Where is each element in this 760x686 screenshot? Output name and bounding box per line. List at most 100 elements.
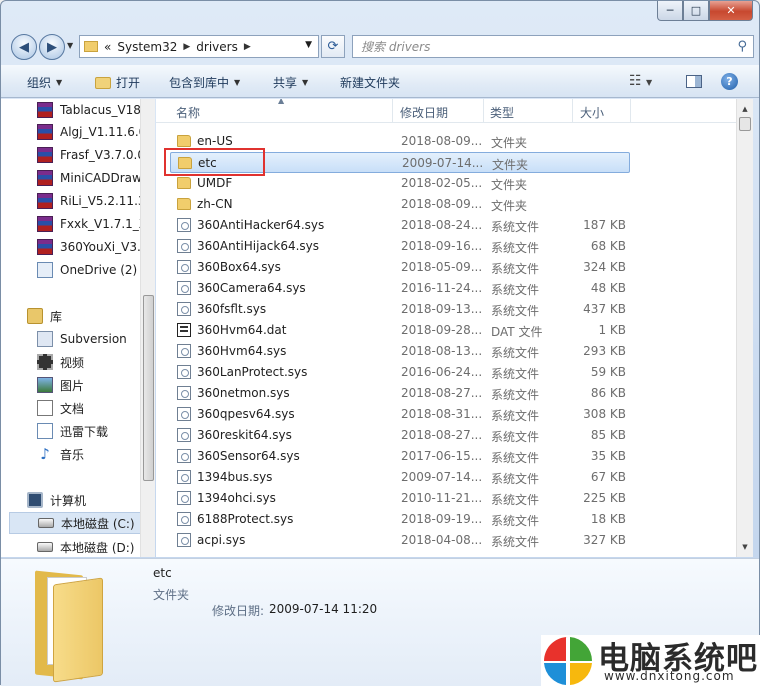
file-row[interactable]: 360LanProtect.sys 2016-06-24... 系统文件 59 KB: [170, 362, 630, 383]
nav-item-documents[interactable]: 文档: [37, 397, 84, 419]
file-row[interactable]: 1394bus.sys 2009-07-14... 系统文件 67 KB: [170, 467, 630, 488]
file-date: 2016-11-24...: [401, 281, 483, 295]
view-options-icon[interactable]: ☷ ▼: [629, 73, 652, 89]
nav-group-libraries[interactable]: 库: [27, 305, 62, 327]
nav-item-subversion[interactable]: Subversion: [37, 328, 127, 350]
folder-row[interactable]: zh-CN 2018-08-09... 文件夹: [170, 194, 630, 215]
archive-icon: [37, 147, 53, 163]
share-button[interactable]: 共享 ▼: [273, 74, 308, 91]
file-type: 系统文件: [491, 430, 540, 444]
preview-pane-icon[interactable]: [686, 75, 702, 88]
file-row[interactable]: 360Hvm64.dat 2018-09-28... DAT 文件 1 KB: [170, 320, 630, 341]
file-row[interactable]: 1394ohci.sys 2010-11-21... 系统文件 225 KB: [170, 488, 630, 509]
new-folder-button[interactable]: 新建文件夹: [340, 74, 400, 91]
file-row[interactable]: 6188Protect.sys 2018-09-19... 系统文件 18 KB: [170, 509, 630, 530]
back-button[interactable]: ◀: [11, 34, 37, 60]
file-list-scroll-thumb[interactable]: [739, 117, 751, 131]
nav-group-computer[interactable]: 计算机: [27, 489, 86, 511]
chevron-right-icon[interactable]: ▶: [244, 42, 251, 52]
nav-item-onedrive[interactable]: OneDrive (2): [37, 259, 137, 281]
refresh-icon: ⟳: [327, 39, 339, 54]
folder-row[interactable]: UMDF 2018-02-05... 文件夹: [170, 173, 630, 194]
file-row[interactable]: 360Camera64.sys 2016-11-24... 系统文件 48 KB: [170, 278, 630, 299]
nav-item-pictures[interactable]: 图片: [37, 374, 84, 396]
column-header-date[interactable]: 修改日期: [400, 104, 448, 121]
include-in-library-button[interactable]: 包含到库中 ▼: [169, 74, 240, 91]
file-row[interactable]: 360AntiHacker64.sys 2018-08-24... 系统文件 187 …: [170, 215, 630, 236]
close-button[interactable]: ✕: [709, 1, 753, 21]
file-row[interactable]: 360Sensor64.sys 2017-06-15... 系统文件 35 KB: [170, 446, 630, 467]
navigation-pane: Tablacus_V18 Algj_V1.11.6.0 Frasf_V3.7.0…: [1, 99, 155, 557]
file-name: 360netmon.sys: [197, 386, 290, 400]
file-date: 2016-06-24...: [401, 365, 483, 379]
column-divider[interactable]: [392, 99, 393, 123]
column-header-name[interactable]: 名称: [176, 104, 200, 121]
nav-item[interactable]: Fxxk_V1.7.1_X: [37, 213, 147, 235]
file-size: 225 KB: [583, 491, 626, 505]
file-row[interactable]: 360fsflt.sys 2018-09-13... 系统文件 437 KB: [170, 299, 630, 320]
file-list-scrollbar[interactable]: ▲ ▼: [736, 99, 753, 557]
column-header-type[interactable]: 类型: [490, 104, 514, 121]
file-type: 系统文件: [491, 367, 540, 381]
maximize-button[interactable]: □: [683, 1, 709, 21]
nav-scroll-thumb[interactable]: [143, 295, 154, 481]
details-name: etc: [153, 566, 172, 580]
open-button[interactable]: 打开: [95, 74, 140, 91]
column-divider[interactable]: [483, 99, 484, 123]
caption-buttons: ─ □ ✕: [657, 1, 753, 21]
nav-item[interactable]: Algj_V1.11.6.0: [37, 121, 146, 143]
nav-item[interactable]: Tablacus_V18: [37, 99, 141, 121]
recent-pages-dropdown[interactable]: ▼: [67, 41, 73, 50]
library-icon: [27, 308, 43, 324]
onedrive-icon: [37, 262, 53, 278]
file-row[interactable]: 360reskit64.sys 2018-08-27... 系统文件 85 KB: [170, 425, 630, 446]
file-row[interactable]: 360AntiHijack64.sys 2018-09-16... 系统文件 68 K…: [170, 236, 630, 257]
nav-item[interactable]: Frasf_V3.7.0.0: [37, 144, 145, 166]
scroll-down-icon[interactable]: ▼: [738, 539, 752, 555]
nav-item[interactable]: MiniCADDraw: [37, 167, 142, 189]
nav-item[interactable]: 360YouXi_V3.: [37, 236, 141, 258]
file-row[interactable]: 360netmon.sys 2018-08-27... 系统文件 86 KB: [170, 383, 630, 404]
organize-button[interactable]: 组织 ▼: [27, 74, 62, 91]
nav-item-drive-d[interactable]: 本地磁盘 (D:): [37, 536, 134, 557]
new-folder-label: 新建文件夹: [340, 76, 401, 90]
subversion-icon: [37, 331, 53, 347]
file-name: 360fsflt.sys: [197, 302, 267, 316]
address-overflow[interactable]: «: [104, 40, 111, 54]
file-name: 360Sensor64.sys: [197, 449, 300, 463]
column-divider[interactable]: [630, 99, 631, 123]
include-label: 包含到库中: [169, 76, 230, 90]
file-row[interactable]: acpi.sys 2018-04-08... 系统文件 327 KB: [170, 530, 630, 551]
scroll-up-icon[interactable]: ▲: [738, 101, 752, 117]
address-dropdown-icon[interactable]: ▼: [305, 40, 312, 50]
nav-item-downloads[interactable]: 迅雷下载: [37, 420, 108, 442]
watermark-url: www.dnxitong.com: [604, 669, 735, 683]
download-icon: [37, 423, 53, 439]
file-date: 2018-08-31...: [401, 407, 483, 421]
help-icon[interactable]: ?: [721, 73, 738, 90]
address-segment-drivers[interactable]: drivers: [196, 40, 238, 54]
nav-item[interactable]: RiLi_V5.2.11.3: [37, 190, 146, 212]
file-row[interactable]: 360qpesv64.sys 2018-08-31... 系统文件 308 KB: [170, 404, 630, 425]
nav-item-drive-c[interactable]: 本地磁盘 (C:): [9, 512, 145, 534]
column-header-size[interactable]: 大小: [580, 104, 604, 121]
nav-item-label: 360YouXi_V3.: [60, 240, 141, 254]
file-row[interactable]: 360Hvm64.sys 2018-08-13... 系统文件 293 KB: [170, 341, 630, 362]
nav-item-videos[interactable]: 视频: [37, 351, 84, 373]
search-icon[interactable]: ⚲: [737, 39, 747, 54]
archive-icon: [37, 216, 53, 232]
computer-icon: [27, 492, 43, 508]
archive-icon: [37, 193, 53, 209]
refresh-button[interactable]: ⟳: [321, 35, 345, 58]
nav-item-music[interactable]: ♪ 音乐: [37, 443, 84, 465]
forward-button[interactable]: ▶: [39, 34, 65, 60]
search-input[interactable]: 搜索 drivers ⚲: [352, 35, 754, 58]
file-date: 2018-08-24...: [401, 218, 483, 232]
address-bar[interactable]: « System32 ▶ drivers ▶ ▼: [79, 35, 319, 58]
nav-scrollbar[interactable]: [140, 99, 155, 557]
address-segment-system32[interactable]: System32: [117, 40, 177, 54]
chevron-right-icon[interactable]: ▶: [183, 42, 190, 52]
minimize-button[interactable]: ─: [657, 1, 683, 21]
column-divider[interactable]: [572, 99, 573, 123]
file-row[interactable]: 360Box64.sys 2018-05-09... 系统文件 324 KB: [170, 257, 630, 278]
